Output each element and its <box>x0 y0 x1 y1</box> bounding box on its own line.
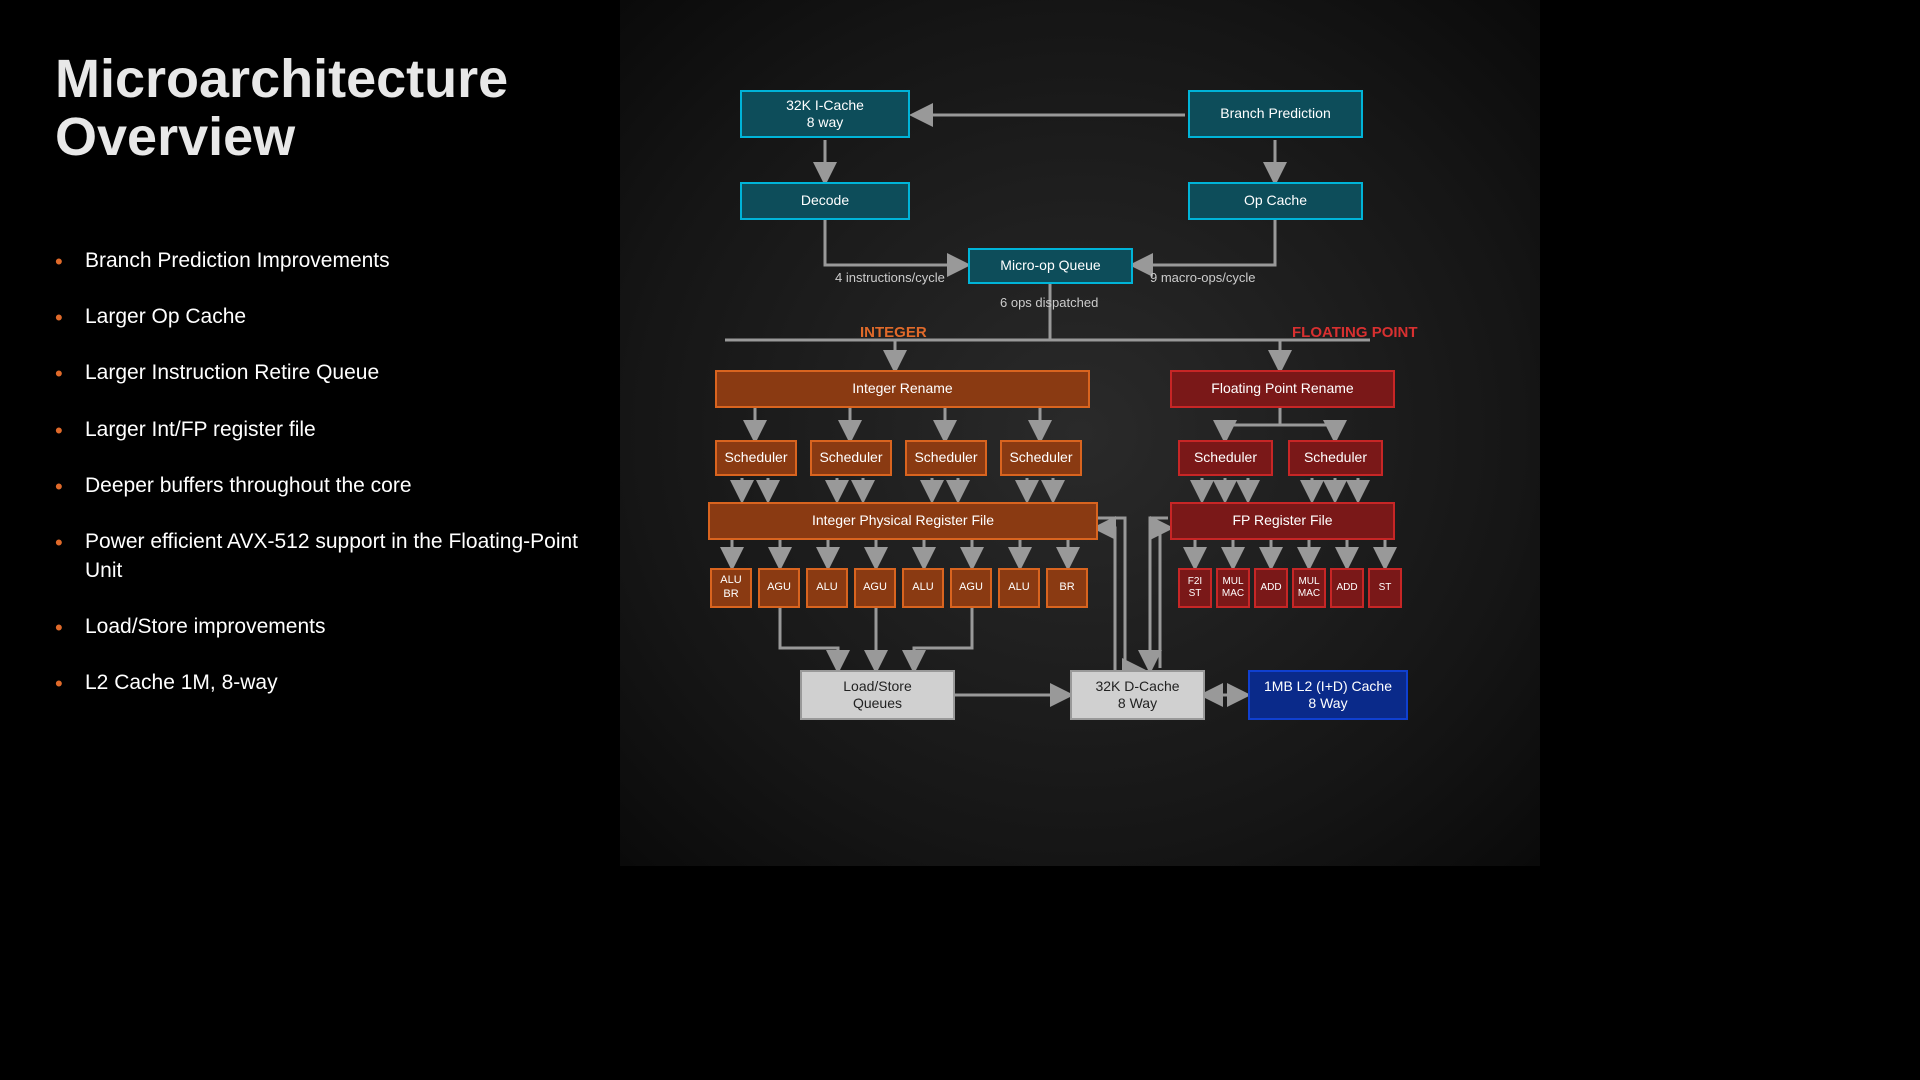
int-scheduler-box: Scheduler <box>810 440 892 476</box>
int-unit-box: ALU <box>806 568 848 608</box>
fp-unit-box: ST <box>1368 568 1402 608</box>
int-scheduler-box: Scheduler <box>905 440 987 476</box>
op-cache-box: Op Cache <box>1188 182 1363 220</box>
decode-box: Decode <box>740 182 910 220</box>
fp-unit-box: ADD <box>1330 568 1364 608</box>
int-unit-box: AGU <box>758 568 800 608</box>
fp-rename-box: Floating Point Rename <box>1170 370 1395 408</box>
fp-section-label: FLOATING POINT <box>1292 324 1418 341</box>
integer-rename-box: Integer Rename <box>715 370 1090 408</box>
slide-title: Microarchitecture Overview <box>55 50 580 167</box>
int-unit-box: AGU <box>950 568 992 608</box>
bullet-item: Larger Op Cache <box>55 303 580 331</box>
bullet-item: Power efficient AVX-512 support in the F… <box>55 528 580 585</box>
bullet-item: Deeper buffers throughout the core <box>55 472 580 500</box>
int-unit-box: BR <box>1046 568 1088 608</box>
int-unit-box: AGU <box>854 568 896 608</box>
micro-op-queue-box: Micro-op Queue <box>968 248 1133 284</box>
bullet-list: Branch Prediction Improvements Larger Op… <box>55 247 580 698</box>
integer-prf-box: Integer Physical Register File <box>708 502 1098 540</box>
int-scheduler-box: Scheduler <box>715 440 797 476</box>
int-unit-box: ALU <box>902 568 944 608</box>
fp-unit-box: ADD <box>1254 568 1288 608</box>
fp-unit-box: F2I ST <box>1178 568 1212 608</box>
bullet-item: Branch Prediction Improvements <box>55 247 580 275</box>
branch-prediction-box: Branch Prediction <box>1188 90 1363 138</box>
fp-unit-box: MUL MAC <box>1292 568 1326 608</box>
d-cache-box: 32K D-Cache 8 Way <box>1070 670 1205 720</box>
bullet-item: Larger Int/FP register file <box>55 416 580 444</box>
diagram-panel: 32K I-Cache 8 way Branch Prediction Deco… <box>620 0 1540 866</box>
bullet-item: Larger Instruction Retire Queue <box>55 359 580 387</box>
integer-section-label: INTEGER <box>860 324 927 341</box>
label-6-ops: 6 ops dispatched <box>1000 295 1098 310</box>
int-unit-box: ALU <box>998 568 1040 608</box>
label-4-instructions: 4 instructions/cycle <box>835 270 945 285</box>
fp-prf-box: FP Register File <box>1170 502 1395 540</box>
bullet-item: Load/Store improvements <box>55 613 580 641</box>
int-unit-box: ALU BR <box>710 568 752 608</box>
fp-scheduler-box: Scheduler <box>1288 440 1383 476</box>
load-store-queues-box: Load/Store Queues <box>800 670 955 720</box>
l2-cache-box: 1MB L2 (I+D) Cache 8 Way <box>1248 670 1408 720</box>
left-panel: Microarchitecture Overview Branch Predic… <box>0 0 620 866</box>
label-9-macro-ops: 9 macro-ops/cycle <box>1150 270 1255 285</box>
fp-unit-box: MUL MAC <box>1216 568 1250 608</box>
bullet-item: L2 Cache 1M, 8-way <box>55 669 580 697</box>
icache-box: 32K I-Cache 8 way <box>740 90 910 138</box>
int-scheduler-box: Scheduler <box>1000 440 1082 476</box>
fp-scheduler-box: Scheduler <box>1178 440 1273 476</box>
